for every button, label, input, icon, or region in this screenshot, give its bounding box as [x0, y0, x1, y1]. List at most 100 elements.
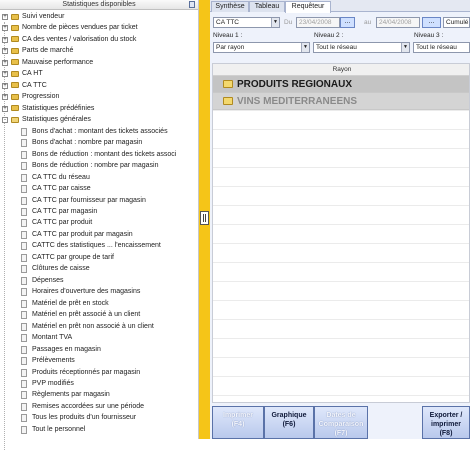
tree-item[interactable]: Règlements par magasin	[0, 389, 198, 400]
level3-select[interactable]: Tout le réseau	[413, 42, 470, 53]
tree-item-label: Tout le personnel	[32, 425, 86, 433]
tree-folder-label: Mauvaise performance	[22, 58, 94, 66]
tree-item[interactable]: Dépenses	[0, 275, 198, 286]
level3-label: Niveau 3 :	[414, 32, 444, 39]
document-icon	[21, 288, 27, 297]
document-icon	[21, 150, 27, 159]
grid-row[interactable]: VINS MEDITERRANEENS	[213, 93, 469, 110]
tree-item-label: Dépenses	[32, 276, 64, 284]
to-date-field[interactable]: 24/04/2008	[376, 17, 420, 28]
tree-item[interactable]: Passages en magasin	[0, 344, 198, 355]
tree-item[interactable]: Prélèvements	[0, 355, 198, 366]
tree-folder[interactable]: + Nombre de pièces vendues par ticket	[0, 22, 198, 33]
tree-item-label: CATTC des statistiques ... l'encaissemen…	[32, 242, 161, 250]
document-icon	[21, 357, 27, 366]
tree-item-label: CA TTC par produit	[32, 219, 93, 227]
grid-line	[213, 357, 469, 358]
tree-item[interactable]: Remises accordées sur une période	[0, 401, 198, 412]
tree-item[interactable]: CA TTC par produit par magasin	[0, 229, 198, 240]
tree-item[interactable]: CA TTC du réseau	[0, 172, 198, 183]
tree-item-label: Matériel en prêt non associé à un client	[32, 322, 154, 330]
expand-icon[interactable]: +	[2, 25, 8, 32]
tree-item[interactable]: Montant TVA	[0, 332, 198, 343]
tree-item[interactable]: Bons d'achat : montant des tickets assoc…	[0, 126, 198, 137]
tree-item-label: Passages en magasin	[32, 345, 101, 353]
tree-item[interactable]: Bons de réduction : montant des tickets …	[0, 149, 198, 160]
collapse-icon[interactable]: -	[2, 117, 8, 124]
tab-synthese[interactable]: Synthèse	[211, 1, 249, 12]
level2-select[interactable]: Tout le réseau ▼	[313, 42, 410, 53]
tree-item[interactable]: Tout le personnel	[0, 424, 198, 435]
grid-row[interactable]: PRODUITS REGIONAUX	[213, 76, 469, 93]
expand-icon[interactable]: +	[2, 59, 8, 66]
expand-icon[interactable]: +	[2, 36, 8, 43]
folder-icon	[11, 59, 19, 66]
tree-item[interactable]: CA TTC par magasin	[0, 206, 198, 217]
folder-icon	[11, 47, 19, 54]
tree-folder-label: Statistiques prédéfinies	[22, 104, 95, 112]
expand-icon[interactable]: +	[2, 71, 8, 78]
tree-item[interactable]: Tous les produits d'un fournisseur	[0, 412, 198, 423]
grid-line	[213, 186, 469, 187]
expand-icon[interactable]: +	[2, 48, 8, 55]
tab-requeteur[interactable]: Requêteur	[285, 1, 331, 13]
comparison-dates-button[interactable]: Dates de Comparaison (F7)	[314, 406, 368, 439]
tree-folder[interactable]: + CA TTC	[0, 80, 198, 91]
level1-select[interactable]: Par rayon ▼	[213, 42, 310, 53]
column-header-rayon[interactable]: Rayon	[213, 64, 469, 76]
tree-folder[interactable]: - Statistiques générales	[0, 114, 198, 125]
to-date-picker-button[interactable]: ...	[422, 17, 441, 28]
print-button[interactable]: Imprimer (F4)	[212, 406, 264, 439]
tree-item[interactable]: Clôtures de caisse	[0, 263, 198, 274]
splitter-grip-icon[interactable]	[200, 211, 209, 225]
tree-item[interactable]: PVP modifiés	[0, 378, 198, 389]
folder-icon	[11, 13, 19, 20]
grid-line	[213, 376, 469, 377]
tree-folder[interactable]: + Progression	[0, 91, 198, 102]
tree-item[interactable]: CA TTC par fournisseur par magasin	[0, 195, 198, 206]
stats-tree: + Suivi vendeur + Nombre de pièces vendues …	[0, 11, 198, 450]
from-date-field[interactable]: 23/04/2008	[296, 17, 340, 28]
tree-folder[interactable]: + Parts de marché	[0, 45, 198, 56]
chart-button[interactable]: Graphique (F6)	[264, 406, 314, 439]
folder-icon	[11, 105, 19, 112]
tree-item[interactable]: Matériel en prêt non associé à un client	[0, 321, 198, 332]
tree-item[interactable]: Bons de réduction : nombre par magasin	[0, 160, 198, 171]
tree-item[interactable]: Matériel de prêt en stock	[0, 298, 198, 309]
document-icon	[21, 322, 27, 331]
panel-splitter[interactable]	[199, 0, 210, 439]
tree-folder[interactable]: + Mauvaise performance	[0, 57, 198, 68]
tree-item[interactable]: CATTC par groupe de tarif	[0, 252, 198, 263]
copy-icon[interactable]	[189, 1, 195, 8]
tree-item[interactable]: CATTC des statistiques ... l'encaissemen…	[0, 240, 198, 251]
tree-item[interactable]: Produits réceptionnés par magasin	[0, 367, 198, 378]
tree-folder[interactable]: + Statistiques prédéfinies	[0, 103, 198, 114]
grid-line	[213, 395, 469, 396]
document-icon	[21, 391, 27, 400]
tree-item[interactable]: CA TTC par produit	[0, 217, 198, 228]
chevron-down-icon: ▼	[301, 43, 309, 52]
expand-icon[interactable]: +	[2, 82, 8, 89]
tree-folder[interactable]: + CA HT	[0, 68, 198, 79]
tree-item[interactable]: Horaires d'ouverture des magasins	[0, 286, 198, 297]
tree-item-label: CA TTC par caisse	[32, 185, 91, 193]
document-icon	[21, 276, 27, 285]
tree-item[interactable]: CA TTC par caisse	[0, 183, 198, 194]
measure-select[interactable]: CA TTC ▼	[213, 17, 280, 28]
document-icon	[21, 219, 27, 228]
tree-folder[interactable]: + CA des ventes / valorisation du stock	[0, 34, 198, 45]
grid-line	[213, 243, 469, 244]
document-icon	[21, 173, 27, 182]
tree-item[interactable]: Matériel en prêt associé à un client	[0, 309, 198, 320]
cumul-option[interactable]: Cumulé	[443, 17, 470, 28]
tab-tableau[interactable]: Tableau	[249, 1, 285, 12]
tree-folder[interactable]: + Suivi vendeur	[0, 11, 198, 22]
level1-label: Niveau 1 :	[213, 32, 243, 39]
expand-icon[interactable]: +	[2, 94, 8, 101]
expand-icon[interactable]: +	[2, 105, 8, 112]
document-icon	[21, 253, 27, 262]
export-print-button[interactable]: Exporter / imprimer (F8)	[422, 406, 470, 439]
from-date-picker-button[interactable]: ...	[340, 17, 355, 28]
tree-item[interactable]: Bons d'achat : nombre par magasin	[0, 137, 198, 148]
expand-icon[interactable]: +	[2, 14, 8, 20]
